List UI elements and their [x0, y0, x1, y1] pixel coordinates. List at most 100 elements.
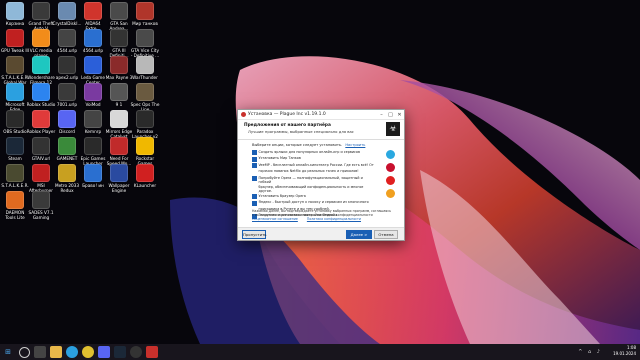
offer-checkbox[interactable] [252, 200, 257, 206]
desktop-app-icon [58, 29, 76, 47]
clock[interactable]: 1:08 19.01.2024 [613, 345, 636, 357]
desktop-app-icon [6, 191, 24, 209]
desktop-icon-label: SADES V7.1 Gaming [28, 210, 54, 220]
desktop-app-icon [58, 137, 76, 155]
offer-text: Установить Мир Танков [258, 156, 301, 161]
offer-item[interactable]: Создать ярлыки для популярных онлайн-игр… [252, 150, 376, 156]
offer-checkbox[interactable] [252, 156, 257, 162]
edge-icon[interactable] [66, 346, 78, 358]
desktop-app-icon [110, 2, 128, 20]
desktop-app-icon [136, 137, 154, 155]
desktop-icon[interactable]: SADES V7.1 Gaming [26, 191, 56, 220]
customize-link[interactable]: Настроить [345, 143, 365, 147]
obs-icon[interactable] [130, 346, 142, 358]
desktop-icon[interactable]: Rockstar Games Launcher [130, 137, 160, 166]
window-title: Установка — Plague Inc v1.19.1.0 [248, 112, 326, 117]
offer-item[interactable]: браузер, обеспечивающий конфиденциальнос… [252, 185, 376, 193]
cancel-button[interactable]: Отмена [374, 230, 398, 239]
desktop-app-icon [32, 191, 50, 209]
tray-icons[interactable]: ^ ⌂ ♪ [578, 349, 602, 355]
offer-item[interactable]: VeeMP - бесплатный онлайн-кинотеатр Росс… [252, 162, 376, 169]
desktop-app-icon [136, 110, 154, 128]
desktop-app-icon [6, 164, 24, 182]
desktop-app-icon [84, 2, 102, 20]
desktop-app-icon [110, 137, 128, 155]
offer-checkbox[interactable] [252, 175, 257, 181]
desktop-app-icon [110, 56, 128, 74]
desktop-app-icon [6, 83, 24, 101]
offer-item[interactable]: Установить Мир Танков [252, 156, 376, 162]
desktop-icon-label: KLauncher [133, 183, 157, 188]
clock-date: 19.01.2024 [613, 351, 636, 356]
offer-item[interactable]: горячих новинок Netflix до реальных таче… [252, 169, 376, 174]
desktop-app-icon [136, 29, 154, 47]
header-subtitle: Лучшие программы, выбранные специально д… [248, 129, 354, 134]
installer-taskbar-icon[interactable] [146, 346, 158, 358]
desktop-app-icon [6, 137, 24, 155]
chrome-icon[interactable] [82, 346, 94, 358]
start-icon[interactable]: ⊞ [2, 346, 14, 358]
steam-icon[interactable] [114, 346, 126, 358]
desktop-app-icon [6, 110, 24, 128]
file-explorer-icon[interactable] [50, 346, 62, 358]
desktop-app-icon [32, 137, 50, 155]
search-icon[interactable] [18, 346, 30, 358]
skip-button[interactable]: Пропустить [242, 230, 267, 239]
desktop-app-icon [136, 83, 154, 101]
desktop-app-icon [58, 56, 76, 74]
installer-body: Выберите опции, которые следует установи… [238, 140, 404, 229]
task-view-icon[interactable] [34, 346, 46, 358]
next-button[interactable]: Далее > [346, 230, 372, 239]
desktop-app-icon [6, 56, 24, 74]
offer-item[interactable]: Установить браузер Opera [252, 194, 376, 200]
installer-footer: Пропустить Далее > Отмена [238, 227, 404, 240]
desktop-icon[interactable]: Paradox Launcher v2 [130, 110, 160, 139]
legal-notice: Нажимая Далее, Вы подтверждаете установк… [252, 209, 392, 221]
offer-text: браузер, обеспечивающий конфиденциальнос… [258, 184, 364, 193]
app-icon [241, 112, 246, 117]
desktop-app-icon [136, 56, 154, 74]
offer-text: горячих новинок Netflix до реальных таче… [258, 169, 359, 174]
legal-links: Лицензионное соглашение Политика конфиде… [252, 217, 392, 221]
taskbar: ⊞ ^ ⌂ ♪ 1:08 19.01.2024 [0, 344, 640, 360]
desktop-app-icon [110, 110, 128, 128]
privacy-link[interactable]: Политика конфиденциальности [307, 217, 361, 221]
desktop-app-icon [32, 2, 50, 20]
yandex-browser-icon [385, 189, 395, 198]
offer-item[interactable]: Попробуйте Opera — полнофункциональный, … [252, 176, 376, 184]
offer-checkbox[interactable] [252, 163, 257, 169]
offer-checkbox[interactable] [252, 150, 257, 156]
close-icon[interactable]: ✕ [395, 112, 404, 118]
desktop-app-icon [84, 110, 102, 128]
offer-item[interactable]: Яндекс - быстрый доступ к поиску и серви… [252, 200, 376, 206]
desktop-icon[interactable]: Мир танков [130, 2, 160, 26]
desktop-app-icon [84, 29, 102, 47]
discord-icon[interactable] [98, 346, 110, 358]
desktop-icon-label: WarThunder [132, 75, 158, 80]
desktop-icon-label: Мир танков [132, 21, 158, 26]
offer-text: VeeMP - бесплатный онлайн-кинотеатр Росс… [258, 162, 374, 167]
desktop-app-icon [110, 29, 128, 47]
desktop-app-icon [84, 164, 102, 182]
minimize-icon[interactable]: – [377, 112, 386, 118]
window-titlebar[interactable]: Установка — Plague Inc v1.19.1.0 – □ ✕ [238, 110, 404, 120]
license-link[interactable]: Лицензионное соглашение [252, 217, 298, 221]
maximize-icon[interactable]: □ [386, 112, 395, 118]
intro-line: Выберите опции, которые следует установи… [252, 143, 365, 147]
desktop-icon[interactable]: WarThunder [130, 56, 160, 80]
desktop-icon[interactable]: Spec Ops The Line [130, 83, 160, 112]
desktop-icon-grid: КорзинаGrand Theft Auto VCrystalDiskI...… [0, 0, 170, 344]
desktop-icon[interactable]: GTA Vice City - Definitive ... [130, 29, 160, 58]
installer-header: Предложения от нашего партнёра Лучшие пр… [238, 120, 404, 140]
desktop-icon[interactable]: KLauncher [130, 164, 160, 188]
desktop-app-icon [136, 2, 154, 20]
offer-checkbox[interactable] [252, 194, 257, 200]
yandex-icon [385, 176, 395, 185]
intro-text: Выберите опции, которые следует установи… [252, 143, 343, 147]
desktop-app-icon [84, 56, 102, 74]
plague-logo-icon: ☣ [386, 122, 400, 136]
desktop-app-icon [32, 164, 50, 182]
opera-icon [385, 163, 395, 172]
desktop-app-icon [32, 110, 50, 128]
header-title: Предложения от нашего партнёра [244, 123, 331, 128]
